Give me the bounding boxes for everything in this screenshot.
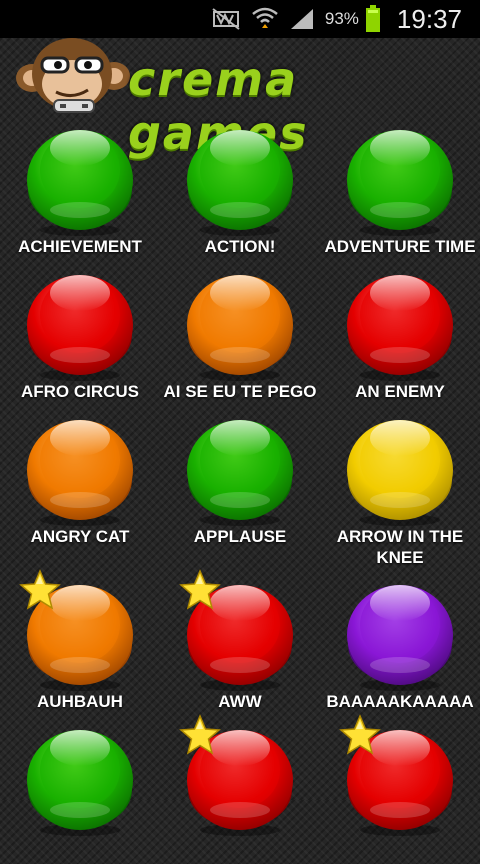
battery-icon [365,5,381,33]
sound-button-label: AN ENEMY [355,382,445,401]
orange-round-button[interactable] [25,408,135,528]
green-round-button[interactable] [345,118,455,238]
green-round-button[interactable] [185,408,295,528]
sound-button-item[interactable]: AWW [160,569,320,719]
sound-button-item[interactable] [160,714,320,864]
orange-round-button[interactable] [185,263,295,383]
yellow-round-button[interactable] [345,408,455,528]
wifi-icon [251,6,279,32]
sound-button-item[interactable]: AN ENEMY [320,259,480,409]
green-round-button[interactable] [25,118,135,238]
red-round-button[interactable] [25,263,135,383]
sound-button-item[interactable]: ACHIEVEMENT [0,114,160,264]
sound-button-label: AFRO CIRCUS [20,382,140,401]
sound-button-item[interactable]: ACTION! [160,114,320,264]
sound-button-item[interactable] [320,714,480,864]
sound-button-item[interactable]: ADVENTURE TIME [320,114,480,264]
favorite-star-icon[interactable] [178,569,222,613]
favorite-star-icon[interactable] [18,569,62,613]
sound-button-label: ARROW IN THE KNEE [336,527,464,567]
clock: 19:37 [396,3,462,34]
sound-button-label: ADVENTURE TIME [324,237,476,256]
app-header: crema games [0,38,480,160]
sound-button-label: AWW [218,692,262,711]
sound-button-item[interactable]: AFRO CIRCUS [0,259,160,409]
favorite-star-icon[interactable] [338,714,382,758]
sound-button-label: ACTION! [204,237,276,256]
sound-button-item[interactable]: ANGRY CAT [0,404,160,554]
sound-button-item[interactable]: ARROW IN THE KNEE [320,404,480,567]
sound-button-item[interactable]: AI SE EU TE PEGO [160,259,320,409]
purple-round-button[interactable] [345,573,455,693]
sound-button-label: ANGRY CAT [30,527,130,546]
sound-button-label: APPLAUSE [193,527,287,546]
sound-button-label: AI SE EU TE PEGO [163,382,317,401]
sound-button-label: AUHBAUH [37,692,123,711]
sound-button-label: BAAAAAKAAAAA [326,692,474,711]
green-round-button[interactable] [25,718,135,838]
sound-button-item[interactable] [0,714,160,864]
sound-button-label: ACHIEVEMENT [18,237,142,256]
sound-button-item[interactable]: BAAAAAKAAAAA [320,569,480,719]
red-round-button[interactable] [345,263,455,383]
sound-button-item[interactable]: APPLAUSE [160,404,320,554]
battery-percent: 93% [324,9,359,28]
status-bar: 93% 19:37 [0,0,480,38]
favorite-star-icon[interactable] [178,714,222,758]
green-round-button[interactable] [185,118,295,238]
sound-button-item[interactable]: AUHBAUH [0,569,160,719]
mute-icon [211,7,241,31]
signal-icon [289,7,315,31]
